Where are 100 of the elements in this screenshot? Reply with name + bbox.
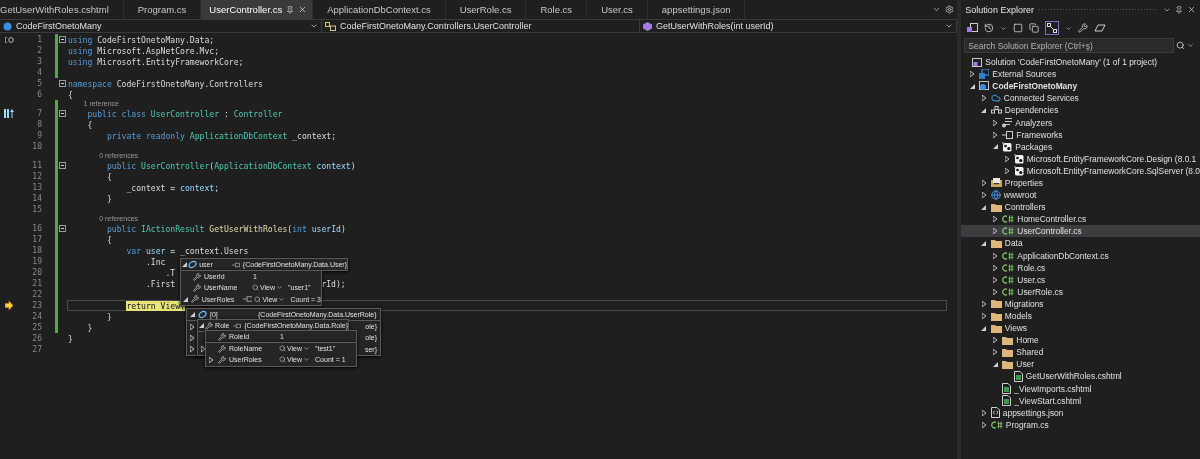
switch-views-icon[interactable] — [967, 23, 979, 33]
close-icon[interactable] — [298, 5, 308, 14]
tree-item[interactable]: CodeFirstOnetoMany — [961, 80, 1200, 93]
tree-item[interactable]: HomeController.cs — [961, 213, 1200, 226]
collapsed-arrow-icon[interactable] — [1004, 167, 1009, 174]
copy-icon[interactable] — [1029, 23, 1040, 33]
tree-item[interactable]: Frameworks — [961, 128, 1200, 141]
wrench-icon[interactable] — [1078, 23, 1089, 33]
pin-icon[interactable] — [286, 5, 295, 14]
pin-icon[interactable] — [1175, 5, 1183, 14]
tree-item[interactable]: Home — [961, 334, 1200, 347]
tree-item[interactable]: Models — [961, 309, 1200, 323]
collapsed-arrow-icon[interactable] — [981, 421, 986, 428]
search-field[interactable]: Search Solution Explorer (Ctrl+ş) — [964, 38, 1174, 53]
tree-item[interactable]: Dependencies — [961, 104, 1200, 117]
expanded-arrow-icon[interactable] — [992, 144, 998, 150]
expanded-arrow-icon[interactable] — [182, 262, 188, 268]
editor-tab[interactable]: GetUserWithRoles.cshtml — [0, 0, 124, 19]
collapsed-arrow-icon[interactable] — [981, 313, 986, 319]
expanded-arrow-icon[interactable] — [182, 296, 188, 302]
dropdown-icon[interactable] — [1065, 24, 1073, 32]
collapse-all-icon[interactable] — [1013, 23, 1024, 33]
expanded-arrow-icon[interactable] — [981, 240, 987, 246]
tree-item[interactable]: Shared — [961, 346, 1200, 359]
collapsed-arrow-icon[interactable] — [981, 300, 986, 307]
tree-item[interactable]: Migrations — [961, 297, 1200, 310]
tree-item[interactable]: Microsoft.EntityFrameworkCore.SqlServer (8.0 — [961, 164, 1200, 177]
expanded-arrow-icon[interactable] — [199, 323, 205, 329]
expanded-arrow-icon[interactable] — [981, 325, 987, 331]
tree-item[interactable]: wwwroot — [961, 189, 1200, 202]
collapsed-arrow-icon[interactable] — [993, 228, 998, 235]
collapse-icon[interactable] — [59, 110, 66, 117]
collapsed-arrow-icon[interactable] — [1004, 155, 1009, 162]
tree-item[interactable]: Controllers — [961, 201, 1200, 214]
collapsed-arrow-icon[interactable] — [209, 356, 213, 363]
collapsed-arrow-icon[interactable] — [981, 409, 986, 416]
collapsed-arrow-icon[interactable] — [201, 345, 205, 352]
pin-icon[interactable] — [233, 322, 242, 329]
pin-icon[interactable] — [242, 296, 253, 303]
collapsed-arrow-icon[interactable] — [993, 216, 998, 223]
history-icon[interactable] — [984, 23, 995, 33]
tree-item[interactable]: User — [961, 358, 1200, 371]
collapsed-arrow-icon[interactable] — [190, 334, 194, 341]
collapsed-arrow-icon[interactable] — [993, 252, 998, 259]
expanded-arrow-icon[interactable] — [189, 312, 195, 318]
tree-item[interactable]: Packages — [961, 140, 1200, 153]
tree-item[interactable]: Views — [961, 322, 1200, 335]
dropdown-icon[interactable] — [1000, 24, 1008, 32]
collapsed-arrow-icon[interactable] — [981, 95, 986, 102]
tree-item[interactable]: appsettings.json — [961, 406, 1200, 419]
collapsed-arrow-icon[interactable] — [993, 337, 998, 344]
dropdown-icon[interactable] — [932, 5, 942, 14]
collapsed-arrow-icon[interactable] — [993, 276, 998, 283]
tree-item[interactable]: Microsoft.EntityFrameworkCore.Design (8.0.1 — [961, 152, 1200, 165]
project-dropdown[interactable]: CodeFirstOnetoMany — [0, 20, 322, 32]
member-dropdown[interactable]: GetUserWithRoles(int userId) — [640, 20, 958, 32]
collapsed-arrow-icon[interactable] — [993, 131, 998, 138]
collapsed-arrow-icon[interactable] — [993, 264, 998, 271]
collapsed-arrow-icon[interactable] — [993, 349, 998, 356]
type-dropdown[interactable]: CodeFirstOnetoMany.Controllers.UserController — [322, 20, 640, 32]
tree-item[interactable]: External Sources — [961, 68, 1200, 81]
search-icon[interactable] — [1176, 41, 1185, 50]
collapsed-arrow-icon[interactable] — [190, 323, 194, 330]
tree-item[interactable]: UserController.cs — [961, 225, 1200, 238]
collapse-icon[interactable] — [59, 225, 66, 232]
tree-item[interactable]: Program.cs — [961, 418, 1200, 431]
tree-item[interactable]: ApplicationDbContext.cs — [961, 249, 1200, 262]
expanded-arrow-icon[interactable] — [981, 107, 987, 113]
collapsed-arrow-icon[interactable] — [993, 119, 998, 126]
tree-item[interactable]: Data — [961, 237, 1200, 250]
quick-action-icon[interactable] — [4, 36, 14, 43]
close-icon[interactable] — [1187, 5, 1196, 14]
tree-item[interactable]: _ViewImports.cshtml — [961, 382, 1200, 395]
tree-item[interactable]: Solution 'CodeFirstOnetoMany' (1 of 1 project) — [961, 56, 1200, 69]
tree-item[interactable]: User.cs — [961, 273, 1200, 286]
line-number: 22 — [31, 290, 42, 299]
pin-icon[interactable] — [232, 261, 240, 268]
collapsed-arrow-icon[interactable] — [981, 180, 986, 186]
expanded-arrow-icon[interactable] — [981, 204, 987, 210]
tree-item[interactable]: Analyzers — [961, 116, 1200, 129]
tree-item[interactable]: Role.cs — [961, 261, 1200, 274]
collapsed-arrow-icon[interactable] — [190, 346, 194, 353]
sync-button[interactable] — [1045, 21, 1060, 35]
tree-item[interactable]: Properties — [961, 176, 1200, 190]
expanded-arrow-icon[interactable] — [992, 361, 998, 367]
settings-icon[interactable] — [945, 5, 955, 14]
tree-item[interactable]: _ViewStart.cshtml — [961, 394, 1200, 407]
tree-item[interactable]: UserRole.cs — [961, 285, 1200, 298]
dropdown-icon[interactable] — [1187, 42, 1194, 49]
expanded-arrow-icon[interactable] — [969, 83, 975, 89]
tree-item[interactable]: GetUserWithRoles.cshtml — [961, 370, 1200, 383]
collapse-icon[interactable] — [59, 36, 66, 43]
collapse-icon[interactable] — [59, 162, 66, 169]
collapsed-arrow-icon[interactable] — [981, 192, 986, 199]
tree-item[interactable]: Connected Services — [961, 92, 1200, 105]
collapse-icon[interactable] — [59, 80, 66, 87]
preview-icon[interactable] — [1094, 24, 1107, 32]
collapsed-arrow-icon[interactable] — [993, 288, 998, 295]
editor-tab[interactable]: UserController.cs — [201, 0, 314, 19]
collapsed-arrow-icon[interactable] — [970, 71, 975, 78]
